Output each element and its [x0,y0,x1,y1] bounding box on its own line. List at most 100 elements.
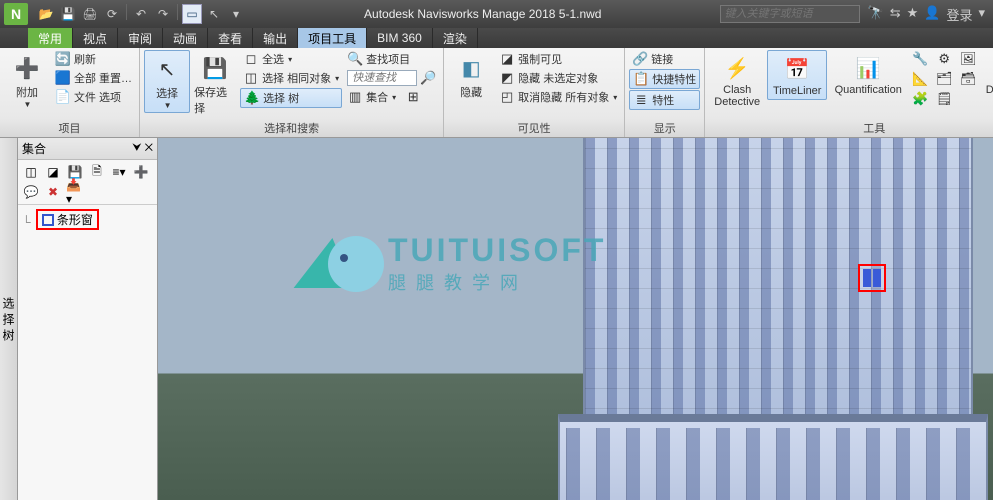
sets-panel: 集合 ⮟ ✕ ◫ ◪ 💾 🗎 ≡▾ ➕ 💬 ✖ 📥▾ └ 条形窗 [18,138,158,500]
tree-icon: 🌲 [244,90,260,106]
panel-display-title: 显示 [625,119,704,137]
selection-tree-button[interactable]: 🌲 选择 树 [240,88,342,108]
user-icon[interactable]: 👤 [924,5,940,24]
tool-a3-button[interactable]: 🖼 [957,50,979,68]
tree-branch-icon: └ [22,215,31,229]
tab-output[interactable]: 输出 [253,28,298,48]
sets-comment-icon[interactable]: 💬 [21,183,41,201]
tool-a1-button[interactable]: 🔧 [909,50,931,68]
select-icon[interactable]: ▭ [182,4,202,24]
panel-select-title: 选择和搜索 [140,119,443,137]
help-search-input[interactable] [720,5,860,23]
sets-save2-icon[interactable]: 🗎 [87,163,107,181]
hide-button[interactable]: ◧ 隐藏 [448,50,494,102]
login-dropdown-icon[interactable]: ▾ [978,5,985,24]
unhide-icon: ◰ [499,89,515,105]
print-icon[interactable]: 🖨 [80,4,100,24]
find-items-button[interactable]: 🔍查找项目 [344,50,439,68]
quantification-icon: 📊 [852,52,884,84]
tab-viewpoint[interactable]: 视点 [73,28,118,48]
save-selection-icon: 💾 [199,52,231,84]
select-button[interactable]: ↖ 选择▼ [144,50,190,113]
sets-toolbar: ◫ ◪ 💾 🗎 ≡▾ ➕ 💬 ✖ 📥▾ [18,160,157,205]
save-icon[interactable]: 💾 [58,4,78,24]
tab-animation[interactable]: 动画 [163,28,208,48]
quick-props-button[interactable]: 📋快捷特性 [629,69,700,89]
sets-delete-icon[interactable]: ✖ [43,183,63,201]
tool-a2-button[interactable]: ⚙ [933,50,955,68]
sets-panel-header[interactable]: 集合 ⮟ ✕ [18,138,157,160]
title-bar: N 📂 💾 🖨 ⟳ ↶ ↷ ▭ ↖ ▾ Autodesk Navisworks … [0,0,993,28]
datatools-button[interactable]: 🗄 DataTools [981,50,993,98]
ribbon: ➕ 附加▼ 🔄刷新 🟦全部 重置… 📄文件 选项 项目 ↖ 选择▼ 💾 保存选择… [0,48,993,138]
timeliner-button[interactable]: 📅 TimeLiner [767,50,827,100]
links-button[interactable]: 🔗链接 [629,50,700,68]
append-icon: ➕ [11,52,43,84]
tool-b1-button[interactable]: 📐 [909,70,931,88]
sets-import-icon[interactable]: 📥▾ [65,183,85,201]
tab-render[interactable]: 渲染 [433,28,478,48]
exchange-icon[interactable]: ⇆ [890,5,901,24]
selection-tree-tab[interactable]: 选择树 [0,138,18,500]
open-icon[interactable]: 📂 [36,4,56,24]
pin-icon[interactable]: ⮟ ✕ [132,142,153,155]
sets-add-icon[interactable]: ➕ [131,163,151,181]
unhide-all-button[interactable]: ◰取消隐藏 所有对象▾ [496,88,620,106]
quick-find-input[interactable] [347,70,417,86]
tab-item-tools[interactable]: 项目工具 [298,28,367,48]
tool-c1-button[interactable]: 🧩 [909,90,931,108]
tool-b2-button[interactable]: 🗂 [933,70,955,88]
properties-button[interactable]: ≣特性 [629,90,700,110]
window-title: Autodesk Navisworks Manage 2018 5-1.nwd [246,7,720,21]
sets-button[interactable]: ▥集合▾⊞ [344,88,439,106]
star-icon[interactable]: ★ [907,5,919,24]
binoculars-icon[interactable]: 🔭 [868,5,884,24]
search-go-icon[interactable]: 🔎 [420,70,436,86]
sets-new-icon[interactable]: ◫ [21,163,41,181]
reset-all-button[interactable]: 🟦全部 重置… [52,69,135,87]
sets-icon: ▥ [347,89,363,105]
selection-set-icon [42,214,54,226]
tool-c2-button[interactable]: 🗒 [933,90,955,108]
cursor-icon[interactable]: ↖ [204,4,224,24]
sets-tree: └ 条形窗 [18,205,157,234]
watermark-logo [288,218,378,308]
undo-icon[interactable]: ↶ [131,4,151,24]
select-all-button[interactable]: ◻全选▾ [240,50,342,68]
panel-display: 🔗链接 📋快捷特性 ≣特性 显示 [625,48,705,137]
refresh-icon[interactable]: ⟳ [102,4,122,24]
link-icon: 🔗 [632,51,648,67]
hide-unselected-button[interactable]: ◩隐藏 未选定对象 [496,69,620,87]
sets-new2-icon[interactable]: ◪ [43,163,63,181]
select-same-button[interactable]: ◫选择 相同对象▾ [240,69,342,87]
qat-dropdown-icon[interactable]: ▾ [226,4,246,24]
file-options-button[interactable]: 📄文件 选项 [52,88,135,106]
refresh-button[interactable]: 🔄刷新 [52,50,135,68]
append-button[interactable]: ➕ 附加▼ [4,50,50,111]
save-selection-button[interactable]: 💾 保存选择 [192,50,238,118]
tab-review[interactable]: 审阅 [118,28,163,48]
same-icon: ◫ [243,70,259,86]
sets-panel-title: 集合 [22,140,46,157]
clash-detective-button[interactable]: ⚡ Clash Detective [709,50,765,110]
extra-icon[interactable]: ⊞ [405,89,421,105]
tab-view[interactable]: 查看 [208,28,253,48]
login-button[interactable]: 登录 [946,5,972,24]
sets-item-label: 条形窗 [57,211,93,228]
quantification-button[interactable]: 📊 Quantification [829,50,907,98]
props-icon: ≣ [633,92,649,108]
sets-menu-icon[interactable]: ≡▾ [109,163,129,181]
app-logo[interactable]: N [4,3,28,25]
quick-props-icon: 📋 [633,71,649,87]
force-visible-icon: ◪ [499,51,515,67]
redo-icon[interactable]: ↷ [153,4,173,24]
cursor-big-icon: ↖ [151,53,183,85]
tab-home[interactable]: 常用 [28,28,73,48]
viewport-3d[interactable]: TUITUISOFT 腿腿教学网 [158,138,993,500]
panel-tools: ⚡ Clash Detective 📅 TimeLiner 📊 Quantifi… [705,48,993,137]
force-visible-button[interactable]: ◪强制可见 [496,50,620,68]
tool-b3-button[interactable]: 🗃 [957,70,979,88]
tab-bim360[interactable]: BIM 360 [367,28,433,48]
tool-b1-icon: 📐 [912,71,928,87]
sets-item-strip-window[interactable]: 条形窗 [36,209,99,230]
